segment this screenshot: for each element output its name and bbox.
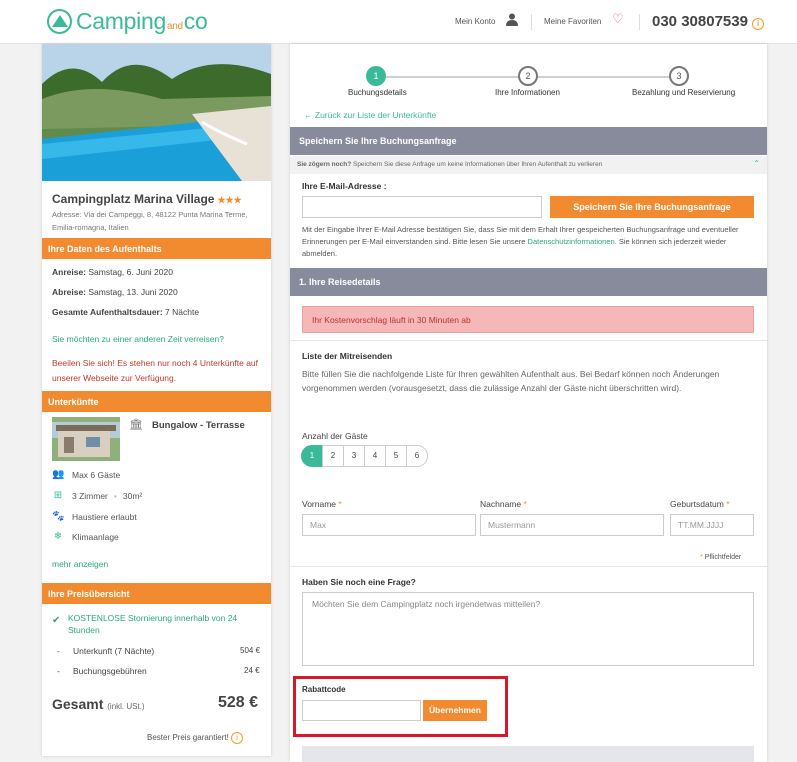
favorites-link[interactable]: Meine Favoriten bbox=[544, 17, 601, 26]
price-line-value: 504 € bbox=[240, 646, 261, 655]
back-to-list-link[interactable]: ← Zurück zur Liste der Unterkünfte bbox=[304, 110, 436, 120]
last-name-label: Nachname * bbox=[480, 499, 527, 509]
divider bbox=[290, 340, 767, 341]
email-field[interactable] bbox=[302, 196, 542, 218]
chevron-up-icon[interactable]: ⌃ bbox=[753, 159, 760, 168]
stay-heading: Ihre Daten des Aufenthalts bbox=[42, 238, 271, 259]
best-price-note: Bester Preis garantiert! i bbox=[147, 732, 244, 744]
guest-count-label: Anzahl der Gäste bbox=[302, 431, 368, 441]
divider bbox=[290, 566, 767, 567]
expiry-alert: Ihr Kostenvorschlag läuft in 30 Minuten … bbox=[302, 306, 754, 333]
logo[interactable]: Campingandco bbox=[47, 8, 208, 35]
travel-details-heading: 1. Ihre Reisedetails bbox=[290, 268, 767, 296]
stay-duration: Gesamte Aufenthaltsdauer: 7 Nächte bbox=[52, 307, 200, 317]
step-1: 1 bbox=[366, 66, 386, 86]
travelers-title: Liste der Mitreisenden bbox=[302, 351, 393, 361]
heart-icon[interactable]: ♡ bbox=[612, 11, 624, 27]
price-line-label: Buchungsgebühren bbox=[73, 666, 147, 676]
building-icon: 🏛 bbox=[129, 419, 143, 431]
price-line-dash: - bbox=[57, 646, 60, 656]
tent-logo-icon bbox=[47, 9, 72, 34]
user-icon[interactable] bbox=[506, 13, 518, 29]
campsite-name[interactable]: Campingplatz Marina Village ★★★ bbox=[52, 192, 242, 206]
accommodation-type[interactable]: Bungalow - Terrasse bbox=[152, 420, 245, 431]
amenity-guests: 👥 Max 6 Gäste bbox=[52, 469, 121, 480]
accommodation-heading: Unterkünfte bbox=[42, 391, 271, 412]
total-label: Gesamt (inkl. USt.) bbox=[52, 696, 145, 712]
price-heading: Ihre Preisübersicht bbox=[42, 583, 271, 604]
amenity-pets: 🐾 Haustiere erlaubt bbox=[52, 511, 137, 522]
price-line-label: Unterkunft (7 Nächte) bbox=[73, 646, 155, 656]
free-cancellation: KOSTENLOSE Stornierung innerhalb von 24 … bbox=[68, 613, 238, 635]
amenity-ac: ❄ Klimaanlage bbox=[53, 531, 119, 542]
guest-option-6[interactable]: 6 bbox=[406, 445, 428, 467]
step-3: 3 bbox=[669, 66, 689, 86]
step-1-label: Buchungsdetails bbox=[348, 88, 407, 97]
email-consent-text: Mit der Eingabe Ihrer E-Mail Adresse bes… bbox=[302, 225, 739, 258]
first-name-label: Vorname * bbox=[302, 499, 342, 509]
step-2-label: Ihre Informationen bbox=[495, 88, 560, 97]
next-section-bar bbox=[302, 746, 754, 762]
account-link[interactable]: Mein Konto bbox=[455, 17, 495, 26]
guest-count-selector: 1 2 3 4 5 6 bbox=[301, 445, 428, 467]
arrival-date: Anreise: Samstag, 6. Juni 2020 bbox=[52, 267, 173, 277]
save-request-button[interactable]: Speichern Sie Ihre Buchungsanfrage bbox=[550, 196, 754, 218]
travelers-description: Bitte füllen Sie die nachfolgende Liste … bbox=[302, 369, 720, 393]
email-label: Ihre E-Mail-Adresse : bbox=[302, 181, 387, 191]
required-note: * Pflichtfelder bbox=[700, 554, 742, 561]
snowflake-icon: ❄ bbox=[53, 531, 63, 542]
availability-warning: Beeilen Sie sich! Es stehen nur noch 4 U… bbox=[52, 358, 259, 383]
paw-icon: 🐾 bbox=[52, 511, 65, 522]
birth-date-label: Geburtsdatum * bbox=[670, 499, 730, 509]
question-label: Haben Sie noch eine Frage? bbox=[302, 577, 416, 587]
save-request-heading: Speichern Sie Ihre Buchungsanfrage bbox=[290, 127, 767, 155]
campsite-photo bbox=[42, 44, 271, 181]
departure-date: Abreise: Samstag, 13. Juni 2020 bbox=[52, 287, 178, 297]
booking-summary-panel: Campingplatz Marina Village ★★★ Adresse: … bbox=[42, 44, 271, 756]
save-request-info[interactable]: Sie zögern noch? Speichern Sie diese Anf… bbox=[290, 156, 767, 174]
step-3-label: Bezahlung und Reservierung bbox=[632, 88, 736, 97]
step-2: 2 bbox=[518, 66, 538, 86]
guest-option-1[interactable]: 1 bbox=[301, 445, 323, 467]
privacy-link[interactable]: Datenschutzinformationen bbox=[528, 237, 615, 246]
campsite-address: Adresse: Via dei Campeggi, 8, 48122 Punt… bbox=[52, 210, 248, 232]
show-more-link[interactable]: mehr anzeigen bbox=[52, 559, 108, 569]
guest-option-3[interactable]: 3 bbox=[343, 445, 365, 467]
star-rating: ★★★ bbox=[217, 195, 242, 205]
check-icon: ✔ bbox=[52, 615, 61, 626]
phone-number[interactable]: 030 30807539 i bbox=[652, 13, 765, 30]
site-header: Campingandco Mein Konto Meine Favoriten … bbox=[0, 0, 797, 44]
bungalow-photo[interactable] bbox=[52, 417, 120, 461]
booking-form-panel: 1 2 3 Buchungsdetails Ihre Informationen… bbox=[290, 44, 767, 762]
guest-option-2[interactable]: 2 bbox=[322, 445, 344, 467]
floorplan-icon: ⊞ bbox=[53, 490, 63, 501]
logo-text: Campingandco bbox=[76, 8, 208, 34]
info-icon[interactable]: i bbox=[752, 18, 765, 30]
price-line-dash: - bbox=[57, 666, 60, 676]
guest-option-5[interactable]: 5 bbox=[385, 445, 407, 467]
first-name-input[interactable]: Max bbox=[302, 514, 476, 536]
change-dates-link[interactable]: Sie möchten zu einer anderen Zeit verrei… bbox=[52, 334, 224, 344]
guest-option-4[interactable]: 4 bbox=[364, 445, 386, 467]
progress-line bbox=[386, 76, 526, 78]
price-line-value: 24 € bbox=[244, 666, 260, 675]
total-price: 528 € bbox=[218, 694, 259, 711]
question-textarea[interactable]: Möchten Sie dem Campingplatz noch irgend… bbox=[302, 592, 754, 666]
amenity-rooms: ⊞ 3 Zimmer • 30m² bbox=[53, 490, 143, 501]
progress-line bbox=[538, 76, 680, 78]
arrow-left-icon: ← bbox=[304, 110, 313, 120]
birth-date-input[interactable]: TT.MM.JJJJ bbox=[670, 514, 754, 536]
highlight-box bbox=[293, 676, 508, 737]
info-icon[interactable]: i bbox=[231, 732, 244, 744]
last-name-input[interactable]: Mustermann bbox=[480, 514, 664, 536]
people-icon: 👥 bbox=[52, 469, 65, 480]
